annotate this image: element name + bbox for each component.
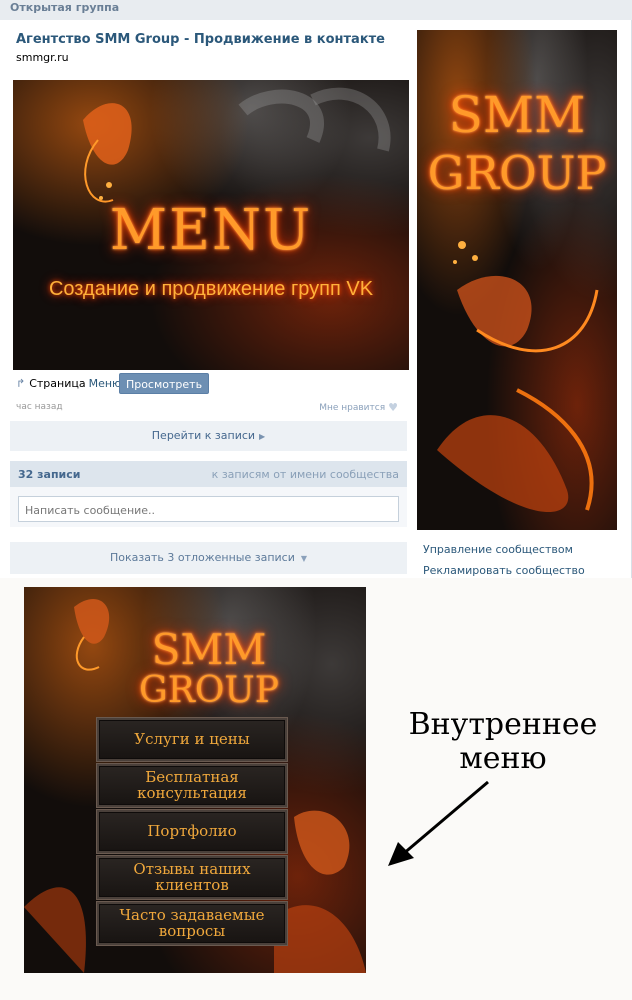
menu-logo-line2: GROUP (139, 670, 279, 711)
goto-post-label: Перейти к записи (151, 429, 256, 442)
menu-item-portfolio[interactable]: Портфолио (97, 810, 287, 853)
menu-item-faq[interactable]: Часто задаваемые вопросы (97, 902, 287, 945)
triangle-right-icon: ▶ (259, 432, 266, 441)
annotation-line1: Внутреннее (408, 707, 598, 742)
group-site-link[interactable]: smmgr.ru (16, 51, 69, 64)
wiki-menu-banner[interactable]: MENU Создание и продвижение групп VK (13, 80, 409, 370)
wiki-menu-link[interactable]: Меню (89, 374, 122, 394)
heart-icon: ♥ (388, 401, 398, 414)
wall-from-community-link[interactable]: к записям от имени сообщества (212, 468, 399, 481)
menu-item-label: клиентов (155, 875, 229, 894)
goto-post-button[interactable]: Перейти к записи ▶ (10, 421, 407, 451)
side-logo-line1: SMM (448, 86, 586, 144)
triangle-down-icon: ▼ (300, 554, 308, 563)
menu-logo-line1: SMM (151, 625, 267, 674)
menu-item-consultation[interactable]: Бесплатная консультация (97, 764, 287, 807)
vk-group-page: Агентство SMM Group - Продвижение в конт… (0, 20, 632, 578)
menu-item-label: Услуги и цены (134, 729, 250, 748)
manage-community-link[interactable]: Управление сообществом (423, 543, 573, 556)
menu-item-label: консультация (137, 783, 247, 802)
menu-item-services[interactable]: Услуги и цены (97, 718, 287, 761)
view-button[interactable]: Просмотреть (119, 373, 209, 394)
wiki-prefix: Страница (29, 377, 86, 390)
menu-item-label: Портфолио (147, 821, 237, 840)
compose-input[interactable]: Написать сообщение.. (18, 496, 399, 522)
group-type-label: Открытая группа (10, 1, 120, 14)
advertise-community-link[interactable]: Рекламировать сообщество (423, 564, 585, 577)
menu-item-label: вопросы (158, 921, 226, 940)
like-button[interactable]: Мне нравится ♥ (319, 401, 398, 414)
menu-item-reviews[interactable]: Отзывы наших клиентов (97, 856, 287, 899)
group-type-header: Открытая группа (0, 0, 632, 21)
wall-header: 32 записи к записям от имени сообщества (10, 461, 407, 487)
side-logo-line2: GROUP (427, 146, 607, 200)
banner-subtitle: Создание и продвижение групп VK (48, 278, 374, 300)
annotation-text: Внутреннее меню (380, 708, 626, 776)
group-avatar[interactable]: SMM GROUP (417, 30, 617, 530)
like-label: Мне нравится (319, 402, 386, 413)
delayed-posts-button[interactable]: Показать 3 отложенные записи ▼ (10, 542, 407, 574)
page-arrow-icon: ↱ (16, 377, 26, 390)
internal-menu-image: SMM GROUP Услуги и цены Бесплатная консу… (24, 587, 366, 973)
annotation-line2: меню (459, 741, 547, 776)
post-time[interactable]: час назад (16, 402, 63, 412)
compose-area: Написать сообщение.. (10, 487, 407, 527)
group-name: Агентство SMM Group - Продвижение в конт… (16, 32, 386, 47)
annotation-arrow-icon (388, 780, 489, 866)
banner-title: MENU (109, 198, 313, 263)
delayed-posts-label: Показать 3 отложенные записи (109, 551, 295, 564)
wall-count[interactable]: 32 записи (18, 468, 81, 481)
wiki-page-caption: ↱ Страница Меню (16, 374, 121, 394)
